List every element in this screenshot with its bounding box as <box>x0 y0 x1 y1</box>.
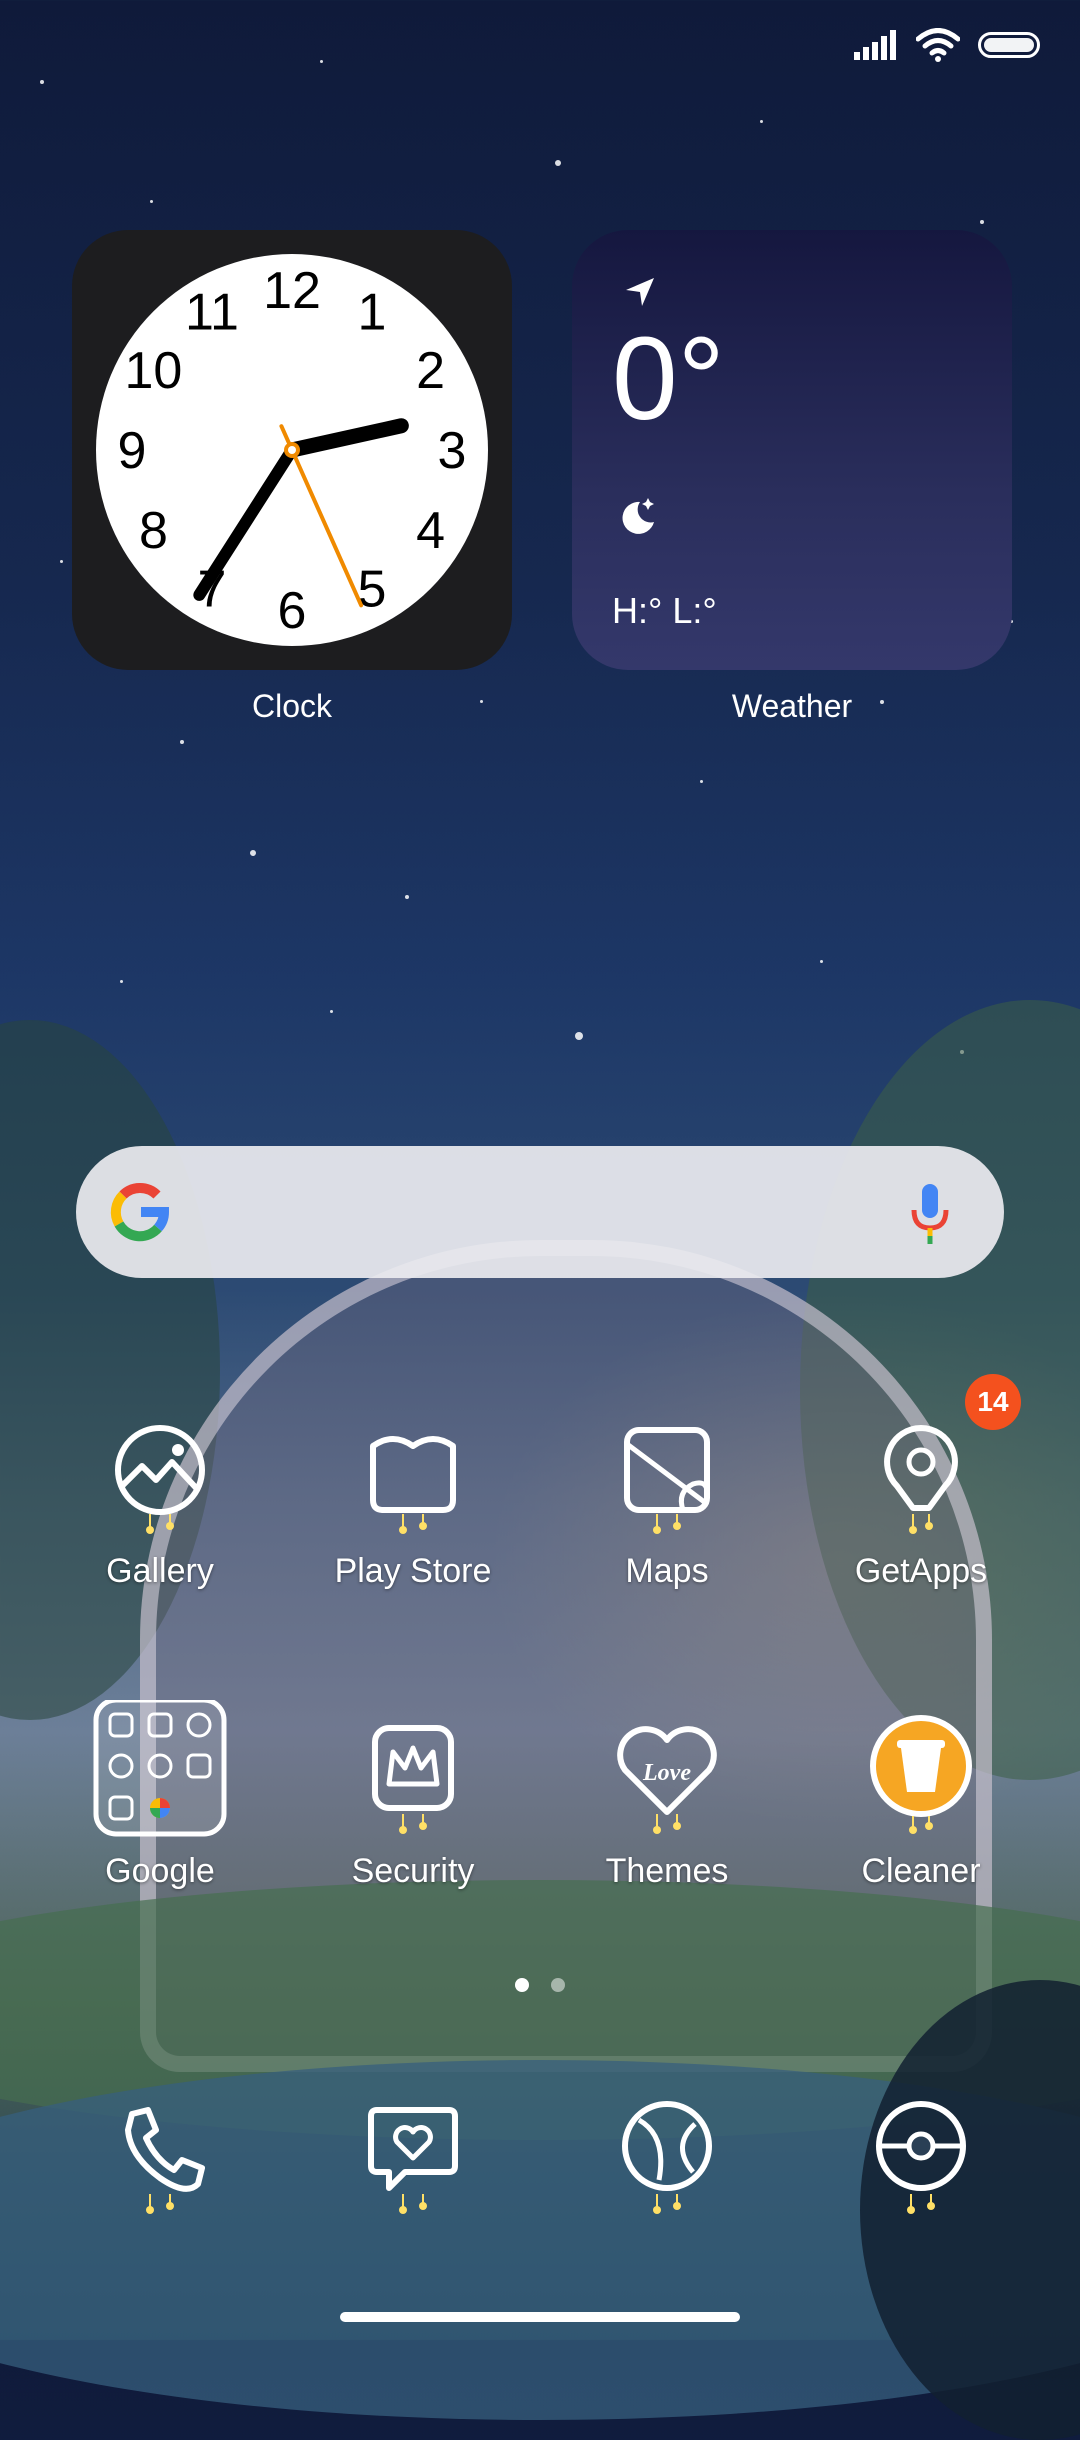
gallery-icon <box>90 1400 230 1540</box>
app-label: GetApps <box>854 1552 988 1590</box>
phone-icon <box>90 2080 230 2220</box>
dock-messages[interactable] <box>303 2080 523 2220</box>
google-folder-icon <box>90 1697 230 1840</box>
moon-stars-icon <box>622 498 654 534</box>
battery-icon <box>978 32 1040 58</box>
weather-widget-label: Weather <box>731 688 853 724</box>
page-indicator <box>0 1978 1080 1992</box>
clock-number: 9 <box>118 422 147 480</box>
app-label: Maps <box>625 1552 709 1590</box>
camera-icon <box>851 2080 991 2220</box>
google-g-icon <box>110 1182 170 1242</box>
app-play-store[interactable]: Play Store <box>303 1400 523 1591</box>
app-security[interactable]: Security <box>303 1700 523 1891</box>
clock-number: 12 <box>263 262 321 320</box>
app-label: Gallery <box>106 1552 214 1590</box>
clock-number: 5 <box>358 561 387 619</box>
clock-widget[interactable]: 12 1 2 3 4 5 6 7 8 9 10 11 <box>72 230 512 670</box>
status-bar <box>854 28 1040 62</box>
browser-icon <box>597 2080 737 2220</box>
page-dot-active <box>515 1978 529 1992</box>
themes-icon-text: Love <box>642 1760 691 1786</box>
cleaner-icon <box>851 1700 991 1840</box>
clock-number: 4 <box>416 502 445 560</box>
notification-badge: 14 <box>965 1374 1021 1430</box>
clock-number: 2 <box>416 342 445 400</box>
clock-widget-label: Clock <box>251 688 332 724</box>
wifi-icon <box>916 28 960 62</box>
clock-number: 10 <box>125 342 183 400</box>
app-label: Play Store <box>334 1552 492 1590</box>
clock-number: 11 <box>185 283 239 341</box>
weather-temperature: 0° <box>612 313 725 445</box>
maps-icon <box>597 1400 737 1540</box>
page-dot <box>551 1978 565 1992</box>
clock-number: 6 <box>278 582 307 640</box>
analog-clock-face: 12 1234567891011 <box>96 254 488 646</box>
clock-number: 8 <box>139 502 168 560</box>
app-label: Themes <box>605 1852 729 1890</box>
app-cleaner[interactable]: Cleaner <box>811 1700 1031 1891</box>
gesture-navigation-bar[interactable] <box>340 2312 740 2322</box>
clock-number: 1 <box>358 283 387 341</box>
google-search-bar[interactable] <box>76 1146 1004 1278</box>
clock-number: 3 <box>438 422 467 480</box>
play-store-icon <box>343 1400 483 1540</box>
app-gallery[interactable]: Gallery <box>50 1400 270 1591</box>
app-label: Cleaner <box>861 1852 981 1890</box>
app-google-folder[interactable]: Google <box>50 1697 270 1891</box>
weather-high-low: H:° L:° <box>612 590 717 631</box>
app-themes[interactable]: Love Themes <box>557 1700 777 1891</box>
app-label: Security <box>351 1852 475 1890</box>
security-icon <box>343 1700 483 1840</box>
dock-camera[interactable] <box>811 2080 1031 2220</box>
messages-icon <box>343 2080 483 2220</box>
weather-widget[interactable]: 0° H:° L:° <box>572 230 1012 670</box>
themes-icon: Love <box>597 1700 737 1840</box>
dock-phone[interactable] <box>50 2080 270 2220</box>
dock-browser[interactable] <box>557 2080 777 2220</box>
app-label: Google <box>105 1852 215 1890</box>
getapps-icon: 14 <box>851 1374 1021 1540</box>
location-arrow-icon <box>626 278 654 306</box>
app-maps[interactable]: Maps <box>557 1400 777 1591</box>
mic-icon[interactable] <box>910 1182 950 1246</box>
app-getapps[interactable]: 14 GetApps <box>811 1374 1031 1591</box>
signal-icon <box>854 30 896 60</box>
